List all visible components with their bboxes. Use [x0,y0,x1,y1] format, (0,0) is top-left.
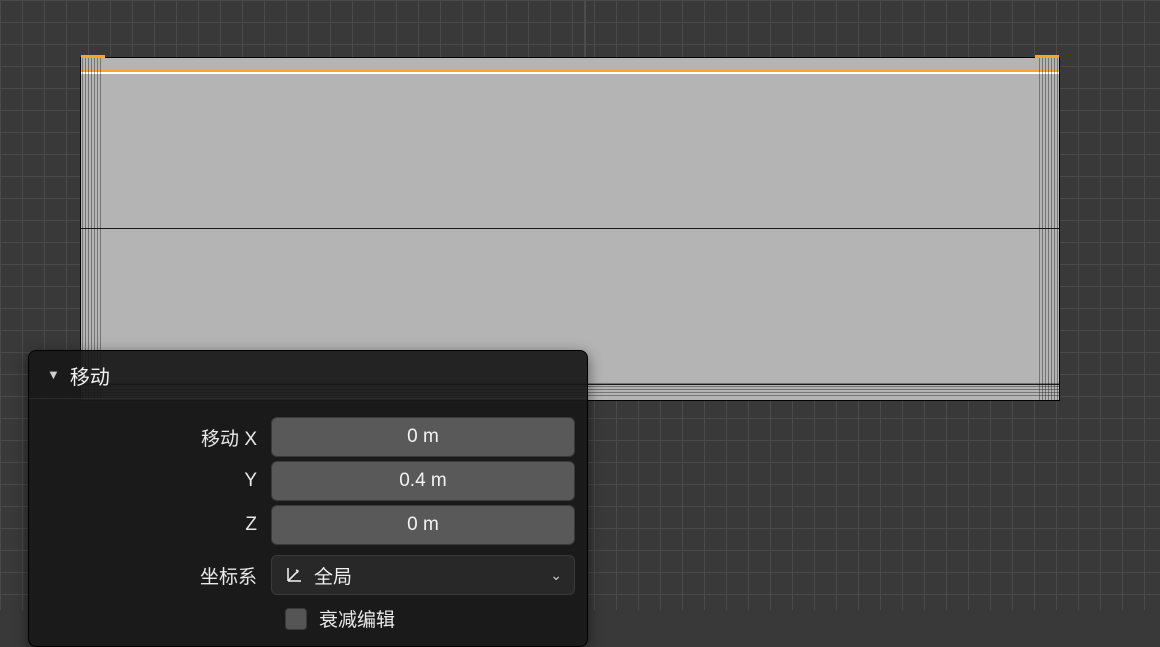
mesh-edge-cluster-left [82,58,103,400]
mesh-edge [81,228,1059,229]
move-y-label: Y [41,470,271,492]
move-x-field[interactable]: 0 m [271,417,575,457]
operator-panel-move: ▼ 移动 移动 X 0 m Y 0.4 m [28,350,588,647]
proportional-edit-label: 衰减编辑 [319,605,395,632]
panel-body: 移动 X 0 m Y 0.4 m Z 0 [29,399,587,632]
panel-title: 移动 [70,361,110,390]
mesh-edge-cluster-right [1037,58,1058,400]
orientation-axes-icon [284,565,304,585]
disclosure-triangle-icon[interactable]: ▼ [47,367,60,382]
orientation-value: 全局 [314,562,352,589]
move-x-label: 移动 X [41,424,271,451]
panel-header[interactable]: ▼ 移动 [29,351,587,399]
orientation-dropdown[interactable]: 全局 ⌄ [271,555,575,595]
proportional-edit-checkbox[interactable] [285,608,307,630]
viewport-3d[interactable]: ▼ 移动 移动 X 0 m Y 0.4 m [0,0,1160,610]
move-z-label: Z [41,514,271,536]
move-y-field[interactable]: 0.4 m [271,461,575,501]
chevron-down-icon: ⌄ [550,567,562,584]
highlight-edge [81,72,1059,74]
orientation-label: 坐标系 [41,562,271,589]
move-z-field[interactable]: 0 m [271,505,575,545]
